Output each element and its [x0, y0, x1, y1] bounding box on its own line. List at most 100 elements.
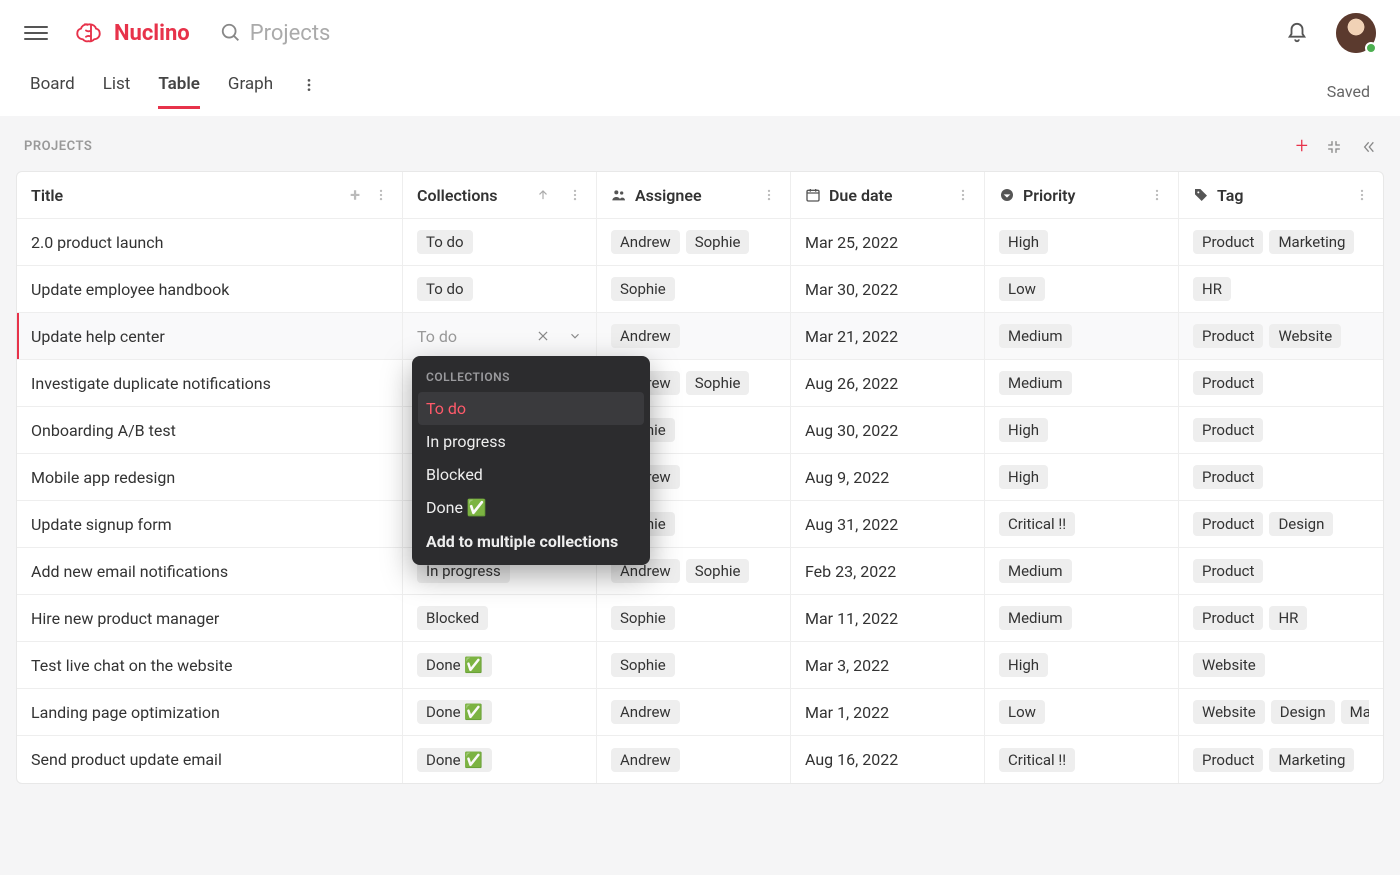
- cell-due-date[interactable]: Aug 16, 2022: [791, 736, 985, 783]
- cell-priority[interactable]: Low: [985, 266, 1179, 312]
- cell-title[interactable]: Update employee handbook: [17, 266, 403, 312]
- column-header-tag[interactable]: Tag: [1179, 172, 1383, 218]
- column-header-collections[interactable]: Collections: [403, 172, 597, 218]
- cell-title[interactable]: Update help center: [17, 313, 403, 359]
- cell-due-date[interactable]: Mar 3, 2022: [791, 642, 985, 688]
- table-row[interactable]: Update signup formTo doSophieAug 31, 202…: [17, 501, 1383, 548]
- cell-priority[interactable]: Medium: [985, 548, 1179, 594]
- cell-due-date[interactable]: Aug 26, 2022: [791, 360, 985, 406]
- cell-tag[interactable]: HR: [1179, 266, 1383, 312]
- cell-priority[interactable]: Medium: [985, 360, 1179, 406]
- add-column-button[interactable]: +: [350, 185, 360, 206]
- cell-title[interactable]: 2.0 product launch: [17, 219, 403, 265]
- table-row[interactable]: Add new email notificationsIn progressAn…: [17, 548, 1383, 595]
- add-item-button[interactable]: +: [1296, 134, 1308, 159]
- column-menu-icon[interactable]: [1150, 188, 1164, 202]
- cell-due-date[interactable]: Mar 21, 2022: [791, 313, 985, 359]
- dropdown-add-multiple[interactable]: Add to multiple collections: [412, 524, 650, 553]
- cell-collections[interactable]: To do: [403, 266, 597, 312]
- cell-title[interactable]: Add new email notifications: [17, 548, 403, 594]
- view-tab-table[interactable]: Table: [158, 74, 200, 109]
- cell-priority[interactable]: Critical ‼: [985, 501, 1179, 547]
- cell-priority[interactable]: High: [985, 407, 1179, 453]
- user-avatar[interactable]: [1336, 13, 1376, 53]
- cell-title[interactable]: Mobile app redesign: [17, 454, 403, 500]
- cell-due-date[interactable]: Aug 9, 2022: [791, 454, 985, 500]
- column-header-assignee[interactable]: Assignee: [597, 172, 791, 218]
- more-views-button[interactable]: [301, 77, 317, 105]
- cell-priority[interactable]: Medium: [985, 595, 1179, 641]
- column-menu-icon[interactable]: [568, 188, 582, 202]
- cell-priority[interactable]: Low: [985, 689, 1179, 735]
- cell-tag[interactable]: ProductMarketing: [1179, 736, 1383, 783]
- cell-title[interactable]: Update signup form: [17, 501, 403, 547]
- cell-assignee[interactable]: Andrew: [597, 736, 791, 783]
- collapse-sidebar-button[interactable]: [1360, 139, 1376, 155]
- view-tab-board[interactable]: Board: [30, 74, 75, 109]
- cell-collections[interactable]: Done ✅: [403, 642, 597, 688]
- table-row[interactable]: Landing page optimizationDone ✅AndrewMar…: [17, 689, 1383, 736]
- table-row[interactable]: 2.0 product launchTo doAndrewSophieMar 2…: [17, 219, 1383, 266]
- cell-priority[interactable]: High: [985, 454, 1179, 500]
- cell-collections[interactable]: Done ✅: [403, 689, 597, 735]
- cell-collections[interactable]: To do: [403, 313, 597, 359]
- cell-title[interactable]: Onboarding A/B test: [17, 407, 403, 453]
- table-row[interactable]: Hire new product managerBlockedSophieMar…: [17, 595, 1383, 642]
- cell-title[interactable]: Hire new product manager: [17, 595, 403, 641]
- cell-collections[interactable]: Done ✅: [403, 736, 597, 783]
- cell-tag[interactable]: ProductDesign: [1179, 501, 1383, 547]
- table-row[interactable]: Test live chat on the websiteDone ✅Sophi…: [17, 642, 1383, 689]
- table-row[interactable]: Investigate duplicate notificationsTo do…: [17, 360, 1383, 407]
- collections-dropdown[interactable]: COLLECTIONS To doIn progressBlockedDone …: [412, 356, 650, 565]
- notifications-button[interactable]: [1286, 22, 1308, 44]
- table-row[interactable]: Update help centerTo doAndrewMar 21, 202…: [17, 313, 1383, 360]
- cell-assignee[interactable]: Sophie: [597, 266, 791, 312]
- dropdown-option[interactable]: Blocked: [412, 458, 650, 491]
- cell-assignee[interactable]: AndrewSophie: [597, 219, 791, 265]
- dropdown-option[interactable]: To do: [418, 392, 644, 425]
- cell-due-date[interactable]: Feb 23, 2022: [791, 548, 985, 594]
- column-menu-icon[interactable]: [956, 188, 970, 202]
- chevron-down-icon[interactable]: [568, 329, 582, 343]
- column-header-priority[interactable]: Priority: [985, 172, 1179, 218]
- cell-tag[interactable]: WebsiteDesignMarketing: [1179, 689, 1383, 735]
- sort-asc-icon[interactable]: [536, 188, 550, 202]
- clear-icon[interactable]: [536, 329, 550, 343]
- cell-title[interactable]: Test live chat on the website: [17, 642, 403, 688]
- menu-button[interactable]: [24, 21, 48, 45]
- cell-priority[interactable]: High: [985, 219, 1179, 265]
- cell-priority[interactable]: Critical ‼: [985, 736, 1179, 783]
- cell-priority[interactable]: Medium: [985, 313, 1179, 359]
- view-tab-graph[interactable]: Graph: [228, 74, 273, 109]
- cell-priority[interactable]: High: [985, 642, 1179, 688]
- cell-tag[interactable]: Website: [1179, 642, 1383, 688]
- cell-due-date[interactable]: Aug 31, 2022: [791, 501, 985, 547]
- cell-collections[interactable]: To do: [403, 219, 597, 265]
- cell-assignee[interactable]: Andrew: [597, 689, 791, 735]
- view-tab-list[interactable]: List: [103, 74, 131, 109]
- cell-due-date[interactable]: Mar 30, 2022: [791, 266, 985, 312]
- cell-assignee[interactable]: Sophie: [597, 642, 791, 688]
- column-menu-icon[interactable]: [1355, 188, 1369, 202]
- cell-assignee[interactable]: Andrew: [597, 313, 791, 359]
- collapse-button[interactable]: [1326, 139, 1342, 155]
- cell-tag[interactable]: ProductWebsite: [1179, 313, 1383, 359]
- cell-tag[interactable]: Product: [1179, 548, 1383, 594]
- column-menu-icon[interactable]: [374, 188, 388, 202]
- cell-tag[interactable]: Product: [1179, 360, 1383, 406]
- cell-assignee[interactable]: Sophie: [597, 595, 791, 641]
- cell-title[interactable]: Send product update email: [17, 736, 403, 783]
- cell-title[interactable]: Landing page optimization: [17, 689, 403, 735]
- table-row[interactable]: Send product update emailDone ✅AndrewAug…: [17, 736, 1383, 783]
- table-row[interactable]: Onboarding A/B testTo doSophieAug 30, 20…: [17, 407, 1383, 454]
- cell-tag[interactable]: ProductMarketing: [1179, 219, 1383, 265]
- cell-due-date[interactable]: Mar 11, 2022: [791, 595, 985, 641]
- app-logo[interactable]: Nuclino: [76, 21, 190, 46]
- table-row[interactable]: Mobile app redesignTo doAndrewAug 9, 202…: [17, 454, 1383, 501]
- cell-tag[interactable]: Product: [1179, 407, 1383, 453]
- cell-collections[interactable]: Blocked: [403, 595, 597, 641]
- cell-due-date[interactable]: Aug 30, 2022: [791, 407, 985, 453]
- cell-due-date[interactable]: Mar 1, 2022: [791, 689, 985, 735]
- cell-due-date[interactable]: Mar 25, 2022: [791, 219, 985, 265]
- cell-tag[interactable]: ProductHR: [1179, 595, 1383, 641]
